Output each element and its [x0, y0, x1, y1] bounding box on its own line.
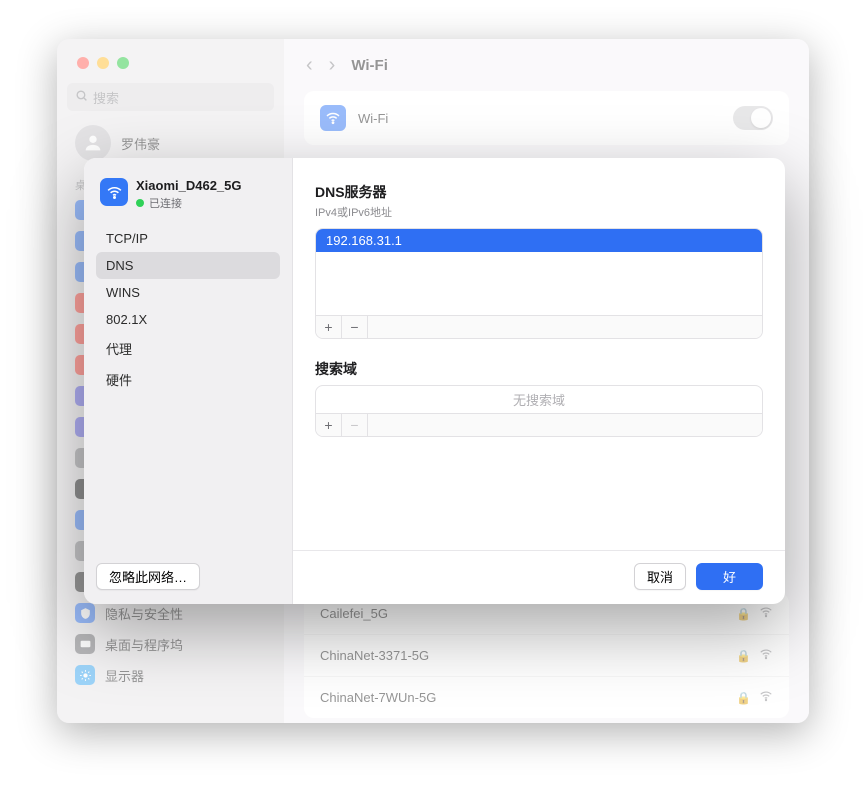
nav-forward-button[interactable]: › [329, 54, 336, 77]
main-header: ‹ › Wi-Fi [284, 39, 809, 91]
cancel-button[interactable]: 取消 [634, 563, 686, 590]
forget-network-button[interactable]: 忽略此网络… [96, 563, 200, 590]
dns-servers-subtitle: IPv4或IPv6地址 [315, 204, 763, 220]
wifi-icon [100, 178, 128, 206]
wifi-icon [320, 105, 346, 131]
sidebar-item-dock[interactable]: 桌面与程序坞 [67, 629, 274, 659]
maximize-window-button[interactable] [117, 57, 129, 69]
network-row[interactable]: ChinaNet-3371-5G 🔒 [304, 634, 789, 676]
network-list: Cailefei_5G 🔒 ChinaNet-3371-5G 🔒 ChinaNe… [304, 593, 789, 718]
sidebar-item-displays[interactable]: 显示器 [67, 660, 274, 690]
close-window-button[interactable] [77, 57, 89, 69]
network-details-sheet: Xiaomi_D462_5G 已连接 TCP/IP DNS WINS 802.1… [84, 158, 785, 604]
search-input[interactable]: 搜索 [67, 83, 274, 111]
tab-proxy[interactable]: 代理 [96, 333, 280, 364]
wifi-signal-icon [759, 689, 773, 706]
network-name: Xiaomi_D462_5G [136, 178, 242, 193]
lock-icon: 🔒 [736, 607, 751, 621]
network-name: ChinaNet-3371-5G [320, 648, 728, 663]
network-name: ChinaNet-7WUn-5G [320, 690, 728, 705]
add-search-domain-button[interactable]: + [316, 414, 342, 436]
tab-wins[interactable]: WINS [96, 279, 280, 306]
sheet-sidebar: Xiaomi_D462_5G 已连接 TCP/IP DNS WINS 802.1… [84, 158, 293, 604]
search-domains-list[interactable]: 无搜索域 + − [315, 385, 763, 437]
status-text: 已连接 [149, 195, 182, 211]
network-name: Cailefei_5G [320, 606, 728, 621]
wifi-signal-icon [759, 605, 773, 622]
network-row[interactable]: ChinaNet-7WUn-5G 🔒 [304, 676, 789, 718]
remove-dns-button[interactable]: − [342, 316, 368, 338]
nav-back-button[interactable]: ‹ [306, 54, 313, 77]
remove-search-domain-button: − [342, 414, 368, 436]
dns-list-footer: + − [316, 315, 762, 338]
lock-icon: 🔒 [736, 691, 751, 705]
sidebar-item-label: 显示器 [105, 666, 144, 685]
tab-hardware[interactable]: 硬件 [96, 364, 280, 395]
sheet-content: DNS服务器 IPv4或IPv6地址 192.168.31.1 + − 搜索域 … [293, 158, 785, 604]
tab-tcpip[interactable]: TCP/IP [96, 225, 280, 252]
status-dot-icon [136, 199, 144, 207]
search-domains-footer: + − [316, 413, 762, 436]
sheet-footer: 取消 好 [293, 550, 785, 590]
window-controls [57, 57, 284, 69]
user-name: 罗伟豪 [121, 134, 160, 153]
dns-server-entry[interactable]: 192.168.31.1 [316, 229, 762, 252]
dns-servers-list[interactable]: 192.168.31.1 + − [315, 228, 763, 339]
tab-dns[interactable]: DNS [96, 252, 280, 279]
search-icon [75, 89, 88, 105]
add-dns-button[interactable]: + [316, 316, 342, 338]
minimize-window-button[interactable] [97, 57, 109, 69]
wifi-toggle[interactable] [733, 106, 773, 130]
search-placeholder: 搜索 [93, 88, 119, 107]
dns-servers-title: DNS服务器 [315, 182, 763, 202]
wifi-label: Wi-Fi [358, 111, 721, 126]
network-status: 已连接 [136, 195, 242, 211]
avatar [75, 125, 111, 161]
network-header: Xiaomi_D462_5G 已连接 [96, 178, 280, 225]
sheet-tabs: TCP/IP DNS WINS 802.1X 代理 硬件 [96, 225, 280, 395]
lock-icon: 🔒 [736, 649, 751, 663]
ok-button[interactable]: 好 [696, 563, 763, 590]
sidebar-item-label: 桌面与程序坞 [105, 635, 183, 654]
page-title: Wi-Fi [351, 57, 388, 74]
wifi-signal-icon [759, 647, 773, 664]
empty-search-domains-text: 无搜索域 [513, 390, 565, 409]
search-domains-title: 搜索域 [315, 359, 763, 379]
sidebar-item-label: 隐私与安全性 [105, 604, 183, 623]
tab-8021x[interactable]: 802.1X [96, 306, 280, 333]
wifi-card: Wi-Fi [304, 91, 789, 145]
